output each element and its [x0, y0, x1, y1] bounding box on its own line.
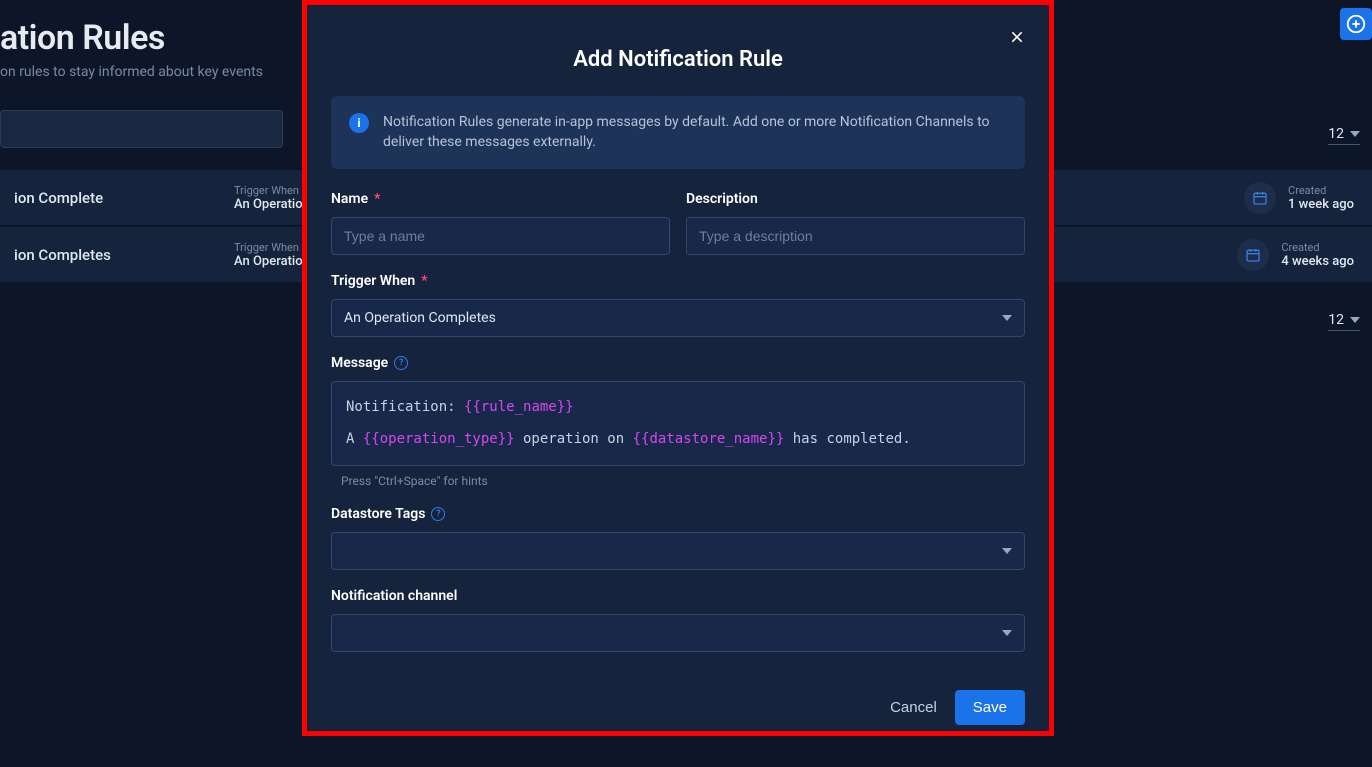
page-size-select[interactable]: 12 [1328, 126, 1360, 145]
close-icon [1009, 29, 1025, 45]
rule-created: Created 1 week ago [1244, 182, 1354, 214]
add-notification-rule-modal: Add Notification Rule i Notification Rul… [307, 5, 1049, 731]
chevron-down-icon [1350, 131, 1360, 137]
template-var: {{datastore_name}} [633, 431, 785, 447]
chevron-down-icon [1002, 315, 1012, 321]
rule-trigger: Trigger When An Operation [234, 184, 310, 212]
required-indicator: * [374, 191, 380, 207]
created-value: 1 week ago [1288, 197, 1354, 212]
search-input[interactable] [0, 110, 283, 148]
rule-name: ion Complete [14, 189, 234, 207]
trigger-label: Trigger When [234, 184, 310, 197]
trigger-when-select[interactable]: An Operation Completes [331, 299, 1025, 337]
page-size-select[interactable]: 12 [1328, 312, 1360, 331]
save-button[interactable]: Save [955, 690, 1025, 725]
page-size-value: 12 [1328, 126, 1344, 142]
modal-title: Add Notification Rule [331, 47, 1025, 72]
info-text: Notification Rules generate in-app messa… [383, 112, 1007, 153]
rule-trigger: Trigger When An Operation [234, 241, 310, 269]
rule-name: ion Completes [14, 246, 234, 264]
notification-channel-select[interactable] [331, 614, 1025, 652]
close-button[interactable] [1005, 25, 1029, 49]
name-label: Name * [331, 191, 670, 207]
message-text: A [346, 431, 363, 447]
trigger-when-label: Trigger When * [331, 273, 1025, 289]
notification-channel-label-text: Notification channel [331, 588, 457, 604]
page-size-value: 12 [1328, 312, 1344, 328]
trigger-label: Trigger When [234, 241, 310, 254]
message-input[interactable]: Notification: {{rule_name}} A {{operatio… [331, 381, 1025, 466]
calendar-icon [1244, 182, 1276, 214]
info-icon: i [349, 113, 369, 133]
chevron-down-icon [1002, 630, 1012, 636]
cancel-button[interactable]: Cancel [890, 699, 937, 716]
message-label: Message ? [331, 355, 1025, 371]
modal-highlight-frame: Add Notification Rule i Notification Rul… [302, 0, 1054, 736]
template-var: {{operation_type}} [363, 431, 515, 447]
created-label: Created [1288, 184, 1354, 197]
plus-circle-icon [1345, 13, 1367, 35]
trigger-when-label-text: Trigger When [331, 273, 415, 289]
datastore-tags-label: Datastore Tags ? [331, 506, 1025, 522]
chevron-down-icon [1350, 317, 1360, 323]
message-hint: Press "Ctrl+Space" for hints [341, 474, 1025, 488]
chevron-down-icon [1002, 548, 1012, 554]
help-icon[interactable]: ? [431, 507, 445, 521]
created-value: 4 weeks ago [1281, 254, 1354, 269]
description-label-text: Description [686, 191, 758, 207]
message-text: operation on [515, 431, 633, 447]
help-icon[interactable]: ? [394, 356, 408, 370]
datastore-tags-select[interactable] [331, 532, 1025, 570]
trigger-value: An Operation [234, 197, 310, 212]
required-indicator: * [421, 273, 427, 289]
modal-footer: Cancel Save [331, 670, 1025, 725]
message-label-text: Message [331, 355, 388, 371]
name-input[interactable] [331, 217, 670, 255]
description-label: Description [686, 191, 1025, 207]
name-label-text: Name [331, 191, 368, 207]
add-rule-button[interactable] [1340, 8, 1372, 40]
message-text: Notification: [346, 399, 464, 415]
description-input[interactable] [686, 217, 1025, 255]
trigger-value: An Operation [234, 254, 310, 269]
message-text: has completed. [784, 431, 910, 447]
rule-created: Created 4 weeks ago [1237, 239, 1354, 271]
info-banner: i Notification Rules generate in-app mes… [331, 96, 1025, 169]
datastore-tags-label-text: Datastore Tags [331, 506, 425, 522]
message-line-2: A {{operation_type}} operation on {{data… [346, 426, 1010, 453]
created-label: Created [1281, 241, 1354, 254]
template-var: {{rule_name}} [464, 399, 574, 415]
message-line-1: Notification: {{rule_name}} [346, 394, 1010, 421]
calendar-icon [1237, 239, 1269, 271]
trigger-when-value: An Operation Completes [344, 310, 496, 326]
notification-channel-label: Notification channel [331, 588, 1025, 604]
